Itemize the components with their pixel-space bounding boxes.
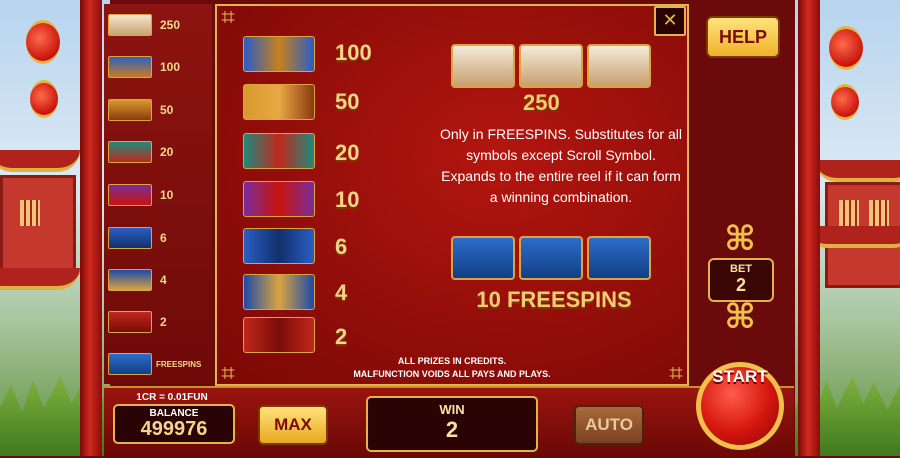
red-coin-symbol-icon [243,317,315,353]
yin-yang-symbol-icon [243,228,315,264]
win-display: WIN 2 [366,396,538,452]
mini-pay-value: FREESPINS [156,359,202,369]
dragon-symbol-icon [108,56,152,78]
right-pillar [798,0,820,456]
scroll-symbol-icon [451,236,515,280]
pay-value: 20 [335,140,360,165]
teapot-symbol-icon [108,99,152,121]
lantern-decoration [829,26,863,70]
cat-symbol-icon [108,14,152,36]
pay-value: 2 [335,324,348,349]
lantern-symbol-icon [108,184,152,206]
pay-value: 4 [335,280,348,305]
pagoda-window [839,200,859,226]
mini-paytable-row: FREESPINS [108,353,201,375]
paytable-panel: ⌗ ⌗ ⌗ ⌗ 100 50 20 10 6 4 2 250 Only in F… [215,3,689,387]
scroll-symbol-icon [108,353,152,375]
start-button[interactable]: START [696,362,784,450]
bet-decrease-icon[interactable]: ⌘ [714,300,766,334]
mini-paytable-row: 6 [108,227,167,249]
mini-paytable-row: 4 [108,269,167,291]
blue-coin-symbol-icon [243,274,315,310]
mini-pay-value: 6 [160,231,167,245]
wild-pay-value: 250 [523,90,560,115]
pagoda-roof [815,160,900,182]
pay-value: 6 [335,234,348,259]
wild-description: Only in FREESPINS. Substitutes for all s… [440,126,682,205]
mini-paytable-row: 10 [108,184,173,206]
balance-value: 499976 [140,418,208,440]
blue-coin-symbol-icon [108,269,152,291]
money-bag-symbol-icon [243,133,315,169]
dragon-symbol-icon [243,36,315,72]
lantern-decoration [30,80,58,118]
mini-paytable-row: 50 [108,99,173,121]
mini-paytable: 250 100 50 20 10 6 4 2 FREESPINS [104,4,212,384]
corner-ornament-icon: ⌗ [221,3,235,31]
cat-wild-symbol-icon [451,44,515,88]
pay-value: 50 [335,89,360,114]
win-value: 2 [445,417,459,442]
pagoda-window [20,200,40,226]
bet-value: 2 [735,275,746,295]
win-label: WIN [439,402,465,417]
cat-wild-symbol-icon [587,44,651,88]
cat-wild-symbol-icon [519,44,583,88]
close-button[interactable]: ✕ [654,6,686,36]
teapot-symbol-icon [243,84,315,120]
pay-value: 10 [335,187,360,212]
left-pillar [80,0,102,456]
mini-pay-value: 10 [160,188,174,202]
mini-pay-value: 100 [160,60,181,74]
footer-line-2: MALFUNCTION VOIDS ALL PAYS AND PLAYS. [353,369,551,379]
lantern-decoration [26,20,60,64]
credit-rate: 1CR = 0.01FUN [136,392,208,403]
pagoda-roof [0,150,80,172]
pagoda-roof [0,268,80,290]
mini-paytable-row: 250 [108,14,180,36]
scatter-pay-value: 10 FREESPINS [476,287,632,312]
mini-paytable-row: 2 [108,311,167,333]
mini-pay-value: 4 [160,273,167,287]
corner-ornament-icon: ⌗ [221,359,235,387]
lantern-symbol-icon [243,181,315,217]
money-bag-symbol-icon [108,141,152,163]
mini-pay-value: 50 [160,103,174,117]
game-scene: 250 100 50 20 10 6 4 2 FREESPINS ⌗ ⌗ ⌗ 1… [0,0,900,458]
mini-pay-value: 250 [160,18,181,32]
footer-line-1: ALL PRIZES IN CREDITS. [397,356,507,366]
scroll-symbol-icon [587,236,651,280]
red-coin-symbol-icon [108,311,152,333]
help-button[interactable]: HELP [706,16,780,58]
autoplay-button[interactable]: AUTO [574,405,644,445]
mini-pay-value: 20 [160,145,174,159]
mini-paytable-row: 100 [108,56,180,78]
mini-paytable-row: 20 [108,141,173,163]
max-bet-button[interactable]: MAX [258,405,328,445]
bet-display: BET 2 [708,258,774,302]
mini-pay-value: 2 [160,315,167,329]
bet-label: BET [730,263,752,275]
corner-ornament-icon: ⌗ [669,359,683,387]
pay-value: 100 [335,40,372,65]
pagoda-window [869,200,889,226]
lantern-decoration [831,84,859,120]
scroll-symbol-icon [519,236,583,280]
balance-display: BALANCE 499976 [113,404,235,444]
bet-increase-icon[interactable]: ⌘ [714,222,766,256]
yin-yang-symbol-icon [108,227,152,249]
